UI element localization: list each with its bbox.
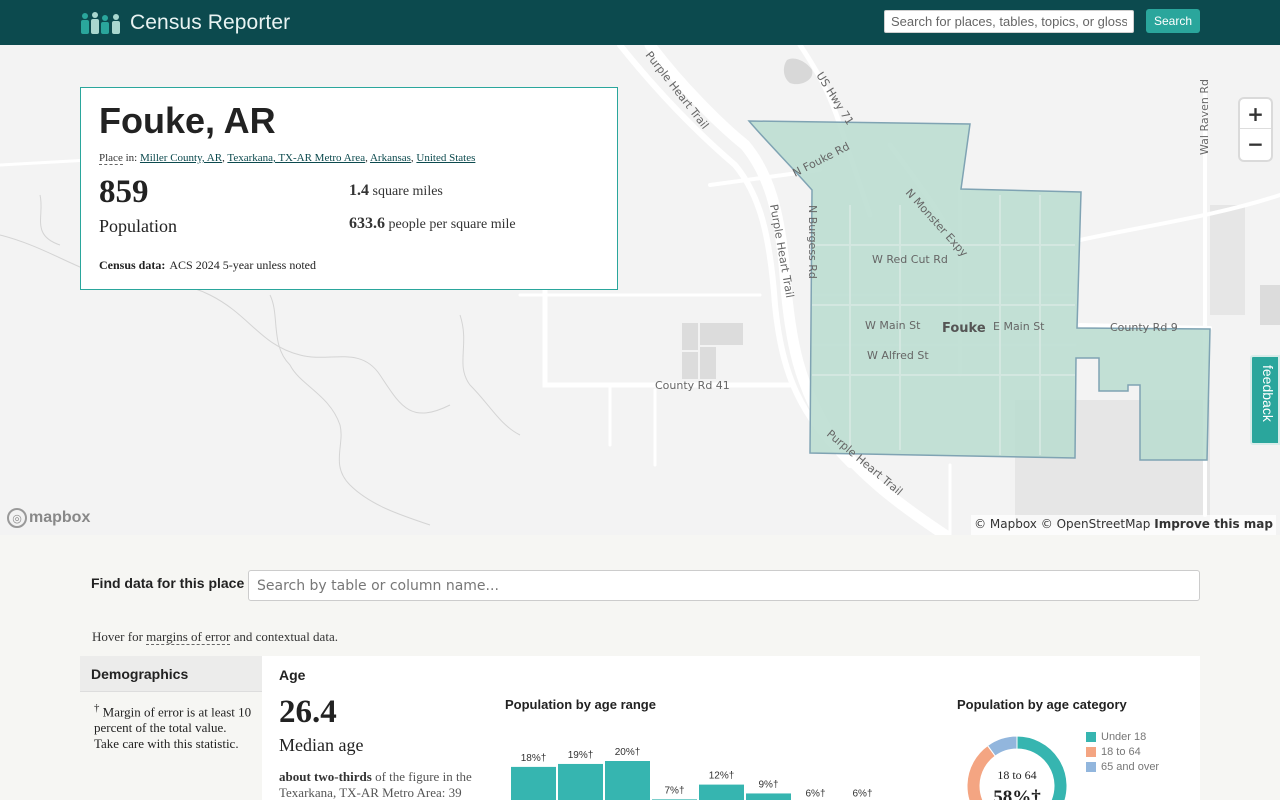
hover-note-suffix: and contextual data. (230, 629, 338, 644)
legend-item: 18 to 64 (1086, 744, 1159, 759)
legend-label: 18 to 64 (1101, 745, 1141, 758)
parent-link-metro[interactable]: Texarkana, TX-AR Metro Area (227, 152, 365, 164)
parent-link-nation[interactable]: United States (416, 152, 475, 164)
place-summary-card: Fouke, AR Place in: Miller County, AR, T… (80, 87, 618, 290)
map[interactable]: Purple Heart Trail US Hwy 71 N Fouke Rd … (0, 45, 1280, 535)
improve-map-link[interactable]: Improve this map (1154, 517, 1273, 531)
age-range-bar (746, 793, 791, 800)
feedback-tab[interactable]: feedback (1250, 355, 1280, 445)
attribution-osm-link[interactable]: © OpenStreetMap (1041, 517, 1151, 531)
legend-label: 65 and over (1101, 760, 1160, 773)
age-range-bar-label: 12%† (709, 771, 735, 782)
map-label: Purple Heart Trail (643, 49, 712, 132)
map-label: N Burgess Rd (806, 205, 819, 279)
area-unit: square miles (372, 184, 443, 199)
demographics-sidebar: Demographics † Margin of error is at lea… (80, 656, 262, 800)
find-data-input[interactable] (248, 570, 1200, 601)
census-data-label: Census data: (99, 258, 166, 272)
map-label: County Rd 41 (655, 379, 730, 392)
top-navbar: Census Reporter Search (0, 0, 1280, 45)
legend-item: Under 18 (1086, 729, 1159, 744)
logo-people-icon (81, 12, 120, 34)
moe-note-text: Margin of error is at least 10 percent o… (94, 704, 252, 752)
map-label: W Alfred St (867, 349, 929, 362)
age-range-bar-label: 9%† (758, 779, 778, 790)
census-data-note: Census data: ACS 2024 5-year unless noted (99, 258, 316, 273)
area-stat: 1.4 square miles (349, 182, 443, 200)
area-value: 1.4 (349, 182, 369, 199)
legend-item: 65 and over (1086, 759, 1159, 774)
map-label: W Red Cut Rd (872, 253, 948, 266)
global-search-button[interactable]: Search (1146, 9, 1200, 33)
feedback-label: feedback (1260, 365, 1276, 422)
population-value: 859 (99, 174, 149, 210)
place-in-suffix: in: (122, 152, 140, 164)
mapbox-logo-icon: ◎ (7, 508, 27, 528)
map-attribution: © Mapbox © OpenStreetMap Improve this ma… (971, 515, 1276, 535)
map-label: W Main St (865, 319, 921, 332)
age-range-bar-label: 20%† (615, 747, 641, 758)
find-data-label: Find data for this place (91, 575, 245, 591)
mapbox-logo-text: mapbox (29, 509, 91, 526)
mapbox-logo[interactable]: ◎ mapbox (7, 508, 90, 528)
hover-note: Hover for margins of error and contextua… (92, 629, 338, 645)
zoom-in-button[interactable]: + (1240, 99, 1271, 129)
place-in-label: Place (99, 152, 123, 165)
age-range-bar-label: 19%† (568, 750, 594, 761)
census-data-value: ACS 2024 5-year unless noted (169, 258, 317, 272)
parent-link-county[interactable]: Miller County, AR (140, 152, 222, 164)
density-unit: people per square mile (388, 217, 516, 232)
margins-of-error-link[interactable]: margins of error (146, 629, 231, 645)
density-stat: 633.6 people per square mile (349, 215, 516, 233)
age-range-bar-label: 6%† (852, 788, 872, 799)
legend-label: Under 18 (1101, 730, 1147, 743)
logo-text: Census Reporter (130, 11, 291, 34)
map-label: US Hwy 71 (813, 70, 856, 128)
density-value: 633.6 (349, 215, 385, 232)
global-search-input[interactable] (884, 10, 1134, 33)
legend-swatch (1086, 761, 1096, 772)
demographics-section: Age 26.4 Median age about two-thirds of … (262, 656, 1200, 800)
parent-link-state[interactable]: Arkansas (370, 152, 411, 164)
logo[interactable]: Census Reporter (80, 8, 290, 38)
donut-center-value: 58%† (993, 787, 1041, 800)
hover-note-prefix: Hover for (92, 629, 147, 644)
age-range-bar-label: 6%† (805, 788, 825, 799)
map-label: E Main St (993, 320, 1045, 333)
age-range-bar-label: 18%† (521, 753, 547, 764)
age-range-bar-label: 7%† (664, 785, 684, 796)
place-name: Fouke, AR (99, 100, 276, 141)
demographics-title[interactable]: Demographics (80, 656, 262, 692)
age-range-bar (511, 766, 556, 800)
age-range-bar (558, 763, 603, 800)
legend-swatch (1086, 731, 1096, 742)
map-label: County Rd 9 (1110, 321, 1178, 334)
map-label: Wal Raven Rd (1198, 79, 1211, 155)
age-charts: 18%†19%†20%†7%†12%†9%†6%†6%†1%†18 to 645… (511, 735, 1068, 800)
zoom-control: + − (1240, 99, 1271, 160)
zoom-out-button[interactable]: − (1240, 129, 1271, 159)
legend-swatch (1086, 746, 1096, 757)
population-label: Population (99, 216, 178, 236)
attribution-mapbox-link[interactable]: © Mapbox (974, 517, 1037, 531)
age-range-bar (699, 784, 744, 800)
place-parents: Place in: Miller County, AR, Texarkana, … (99, 152, 476, 165)
age-range-bar (605, 761, 650, 800)
age-category-legend: Under 18 18 to 64 65 and over (1086, 729, 1159, 774)
moe-note: † Margin of error is at least 10 percent… (80, 692, 262, 752)
donut-center-label: 18 to 64 (997, 768, 1036, 782)
map-label: Fouke (942, 321, 986, 336)
